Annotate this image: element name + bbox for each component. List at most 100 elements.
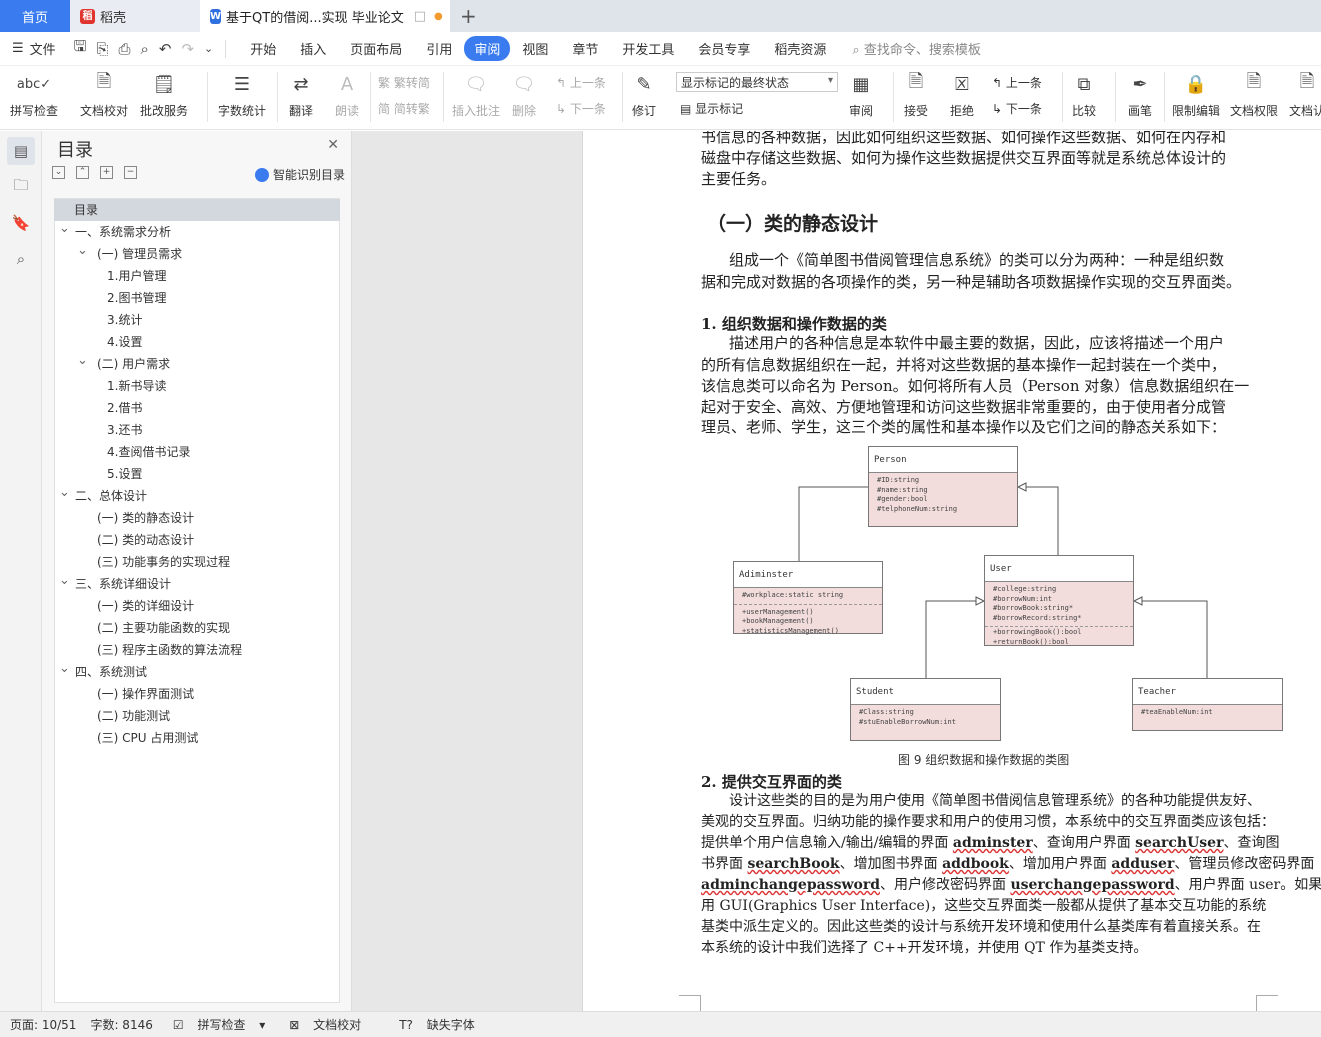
command-search[interactable]: ⌕ 查找命令、搜索模板	[852, 39, 980, 58]
toc-item[interactable]: ⌄ 三、系统详细设计	[55, 573, 339, 595]
toc-item[interactable]: 2.图书管理	[55, 287, 339, 309]
translate-button[interactable]: ⇄ 翻译	[287, 70, 315, 119]
add-item-icon[interactable]: +	[100, 166, 113, 179]
word-count-label: 字数统计	[218, 104, 267, 118]
menu-start[interactable]: 开始	[238, 36, 288, 61]
bookmark-icon[interactable]: 🔖	[7, 209, 35, 237]
toc-item[interactable]: ⌄ 四、系统测试	[55, 661, 339, 683]
insert-comment-button[interactable]: 🗨 插入批注	[452, 70, 500, 119]
tab-daoke[interactable]: 稻稻壳	[70, 0, 200, 32]
uml-class-name: Adiminster	[734, 562, 882, 588]
spell-check-button[interactable]: abc✓ 拼写检查	[10, 70, 58, 119]
toc-item[interactable]: (三) 程序主函数的算法流程	[55, 639, 339, 661]
more-icon[interactable]: ⌄	[204, 42, 213, 55]
close-icon[interactable]: ✕	[327, 137, 339, 153]
menu-devtools[interactable]: 开发工具	[610, 36, 686, 61]
search-icon: ⌕	[852, 43, 864, 58]
trad-to-simp-button[interactable]: 繁 繁转简	[378, 74, 430, 91]
next-comment-button[interactable]: ↳ 下一条	[556, 100, 606, 117]
expand-all-icon[interactable]: ⌃	[76, 166, 89, 179]
toc-item[interactable]: ⌄ 二、总体设计	[55, 485, 339, 507]
chevron-down-icon[interactable]: ⌄	[59, 658, 70, 680]
toc-item[interactable]: ⌄ 一、系统需求分析	[55, 221, 339, 243]
toc-item[interactable]: 3.还书	[55, 419, 339, 441]
toc-item[interactable]: (三) 功能事务的实现过程	[55, 551, 339, 573]
chevron-down-icon[interactable]: ⌄	[77, 240, 88, 262]
delete-comment-button[interactable]: 🗨 删除	[510, 70, 538, 119]
toc-item[interactable]: 2.借书	[55, 397, 339, 419]
close-icon[interactable]: □	[414, 9, 426, 24]
annotate-service-button[interactable]: 🗒 批改服务	[140, 70, 188, 119]
toc-item[interactable]: ⌄ (二) 用户需求	[55, 353, 339, 375]
toc-item[interactable]: 目录	[54, 199, 340, 221]
toc-item[interactable]: (三) CPU 占用测试	[55, 727, 339, 749]
next-change-button[interactable]: ↳ 下一条	[992, 100, 1042, 117]
menu-insert[interactable]: 插入	[288, 36, 338, 61]
show-markup-button[interactable]: ▤ 显示标记	[680, 100, 743, 117]
chevron-down-icon[interactable]: ⌄	[59, 218, 70, 240]
toc-item[interactable]: (一) 类的静态设计	[55, 507, 339, 529]
redo-icon[interactable]: ↷	[181, 40, 194, 58]
read-aloud-button[interactable]: A 朗读	[333, 70, 361, 119]
document-page[interactable]: 书信息的各种数据，因此如何组织这些数据、如何操作这些数据、如何在内存和 磁盘中存…	[582, 131, 1321, 1011]
menu-reference[interactable]: 引用	[414, 36, 464, 61]
toc-item[interactable]: (二) 功能测试	[55, 705, 339, 727]
toc-item[interactable]: 4.查阅借书记录	[55, 441, 339, 463]
doc-permission-button[interactable]: 🗎 文档权限	[1230, 70, 1278, 119]
toc-item[interactable]: 5.设置	[55, 463, 339, 485]
save-icon[interactable]: 🖫	[74, 36, 87, 61]
menu-view[interactable]: 视图	[510, 36, 560, 61]
missing-font-button[interactable]: T? 缺失字体	[389, 1016, 475, 1033]
restrict-edit-button[interactable]: 🔒 限制编辑	[1172, 70, 1220, 119]
new-tab-button[interactable]: +	[450, 0, 487, 32]
chevron-down-icon[interactable]: ⌄	[59, 482, 70, 504]
print-preview-icon[interactable]: ⌕	[140, 40, 148, 58]
chevron-down-icon[interactable]: ⌄	[77, 350, 88, 372]
doc-proof-button[interactable]: 🗎 文档校对	[80, 70, 128, 119]
toc-item[interactable]: (二) 主要功能函数的实现	[55, 617, 339, 639]
markup-display-select[interactable]: 显示标记的最终状态	[676, 72, 838, 92]
doc-proof-toggle[interactable]: ⊠ 文档校对	[279, 1016, 361, 1033]
find-icon[interactable]: ⌕	[7, 245, 35, 273]
chapter-nav-icon[interactable]: 🗀	[7, 173, 35, 201]
toc-item[interactable]: (一) 类的详细设计	[55, 595, 339, 617]
file-menu[interactable]: ☰ 文件	[0, 39, 56, 58]
word-count-indicator[interactable]: 字数: 8146	[90, 1016, 152, 1033]
collapse-all-icon[interactable]: ⌄	[52, 166, 65, 179]
toc-item[interactable]: (二) 类的动态设计	[55, 529, 339, 551]
menu-layout[interactable]: 页面布局	[338, 36, 414, 61]
accept-button[interactable]: 🗎 接受	[902, 70, 930, 119]
compare-button[interactable]: ⧉ 比较	[1070, 70, 1098, 119]
doc-auth-button[interactable]: 🗎 文档认	[1289, 70, 1321, 119]
spell-check-toggle[interactable]: ☑ 拼写检查 ▾	[163, 1016, 265, 1033]
toc-panel-icon[interactable]: ▤	[7, 137, 35, 165]
menu-chapter[interactable]: 章节	[560, 36, 610, 61]
toc-item[interactable]: ⌄ (一) 管理员需求	[55, 243, 339, 265]
menu-review[interactable]: 审阅	[464, 36, 511, 61]
export-pdf-icon[interactable]: ⎘	[96, 40, 108, 58]
toc-item[interactable]: 4.设置	[55, 331, 339, 353]
undo-icon[interactable]: ↶	[159, 40, 172, 58]
review-pane-button[interactable]: ▦ 审阅	[847, 70, 875, 119]
menu-daoke-resources[interactable]: 稻壳资源	[762, 36, 838, 61]
prev-change-button[interactable]: ↰ 上一条	[992, 74, 1042, 91]
menu-member[interactable]: 会员专享	[686, 36, 762, 61]
ai-icon	[254, 167, 269, 182]
tab-document[interactable]: W 基于QT的借阅...实现 毕业论文 □ ●	[200, 0, 450, 32]
remove-item-icon[interactable]: −	[124, 166, 137, 179]
track-changes-button[interactable]: ✎ 修订	[630, 70, 658, 119]
print-icon[interactable]: ⎙	[118, 40, 130, 58]
toc-item[interactable]: 3.统计	[55, 309, 339, 331]
smart-toc-button[interactable]: 智能识别目录	[254, 166, 345, 183]
toc-item[interactable]: (一) 操作界面测试	[55, 683, 339, 705]
toc-item[interactable]: 1.新书导读	[55, 375, 339, 397]
word-count-button[interactable]: ☰ 字数统计	[218, 70, 266, 119]
simp-to-trad-button[interactable]: 简 简转繁	[378, 100, 430, 117]
prev-comment-button[interactable]: ↰ 上一条	[556, 74, 606, 91]
tab-home[interactable]: 首页	[0, 0, 70, 32]
page-indicator[interactable]: 页面: 10/51	[10, 1016, 76, 1033]
reject-button[interactable]: 🗵 拒绝	[948, 70, 976, 119]
toc-item[interactable]: 1.用户管理	[55, 265, 339, 287]
chevron-down-icon[interactable]: ⌄	[59, 570, 70, 592]
pen-button[interactable]: ✒ 画笔	[1126, 70, 1154, 119]
